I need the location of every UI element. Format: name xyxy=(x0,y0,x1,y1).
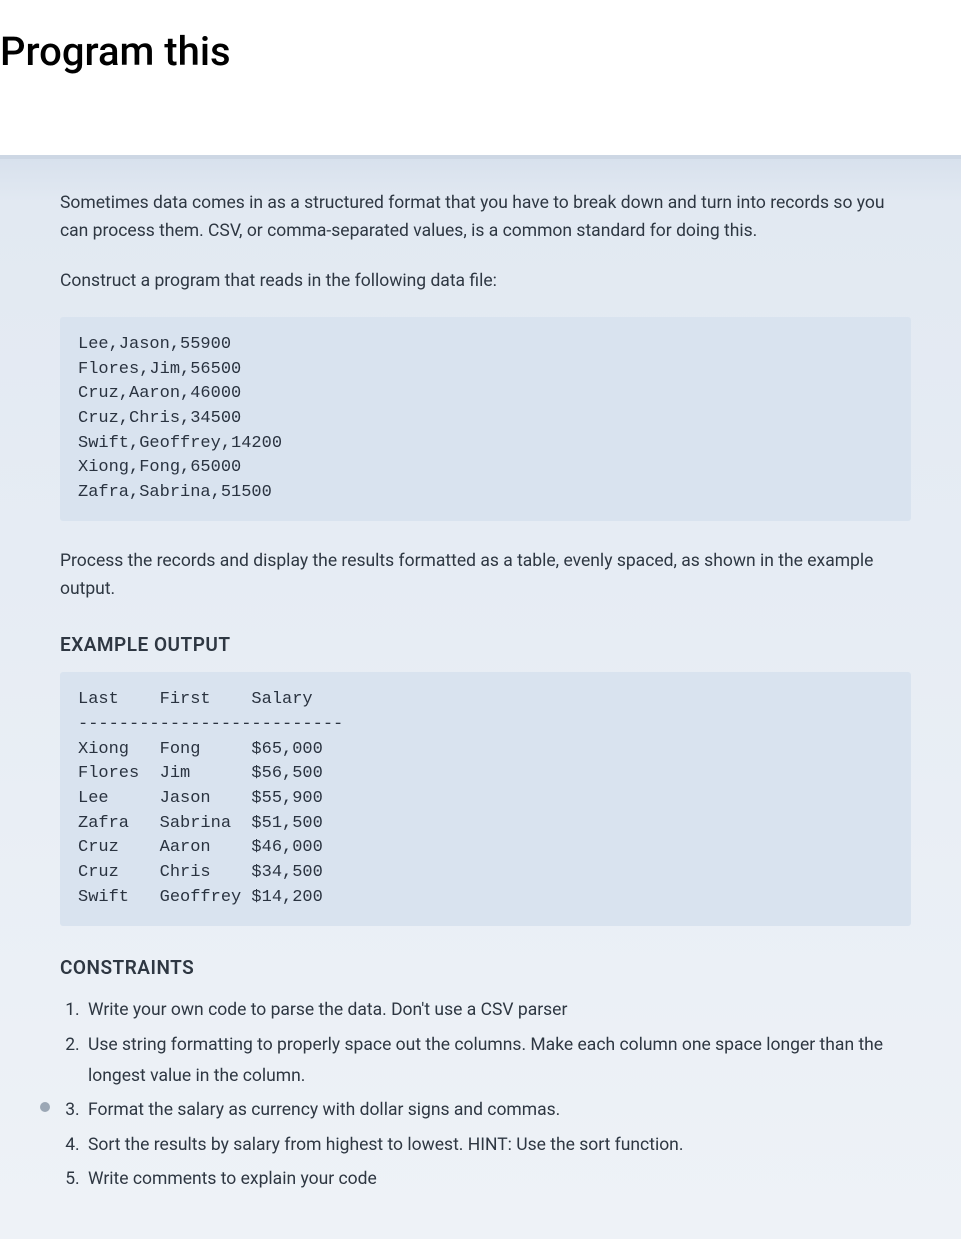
problem-content: Sometimes data comes in as a structured … xyxy=(0,155,961,1239)
intro-paragraph-1: Sometimes data comes in as a structured … xyxy=(60,189,911,245)
constraints-heading: CONSTRAINTS xyxy=(60,956,911,979)
page-title: Program this xyxy=(0,0,961,75)
example-output-heading: EXAMPLE OUTPUT xyxy=(60,633,911,656)
intro-paragraph-2: Construct a program that reads in the fo… xyxy=(60,267,911,295)
constraint-item: Use string formatting to properly space … xyxy=(84,1030,911,1091)
constraint-item: Write comments to explain your code xyxy=(84,1164,911,1195)
data-file-block: Lee,Jason,55900 Flores,Jim,56500 Cruz,Aa… xyxy=(60,317,911,521)
constraint-item: Format the salary as currency with dolla… xyxy=(84,1095,911,1126)
example-output-block: Last First Salary ----------------------… xyxy=(60,672,911,926)
process-paragraph: Process the records and display the resu… xyxy=(60,547,911,603)
bullet-icon xyxy=(40,1102,50,1112)
constraints-list: Write your own code to parse the data. D… xyxy=(60,995,911,1195)
constraint-item: Write your own code to parse the data. D… xyxy=(84,995,911,1026)
constraint-item: Sort the results by salary from highest … xyxy=(84,1130,911,1161)
constraint-text: Format the salary as currency with dolla… xyxy=(88,1100,560,1120)
